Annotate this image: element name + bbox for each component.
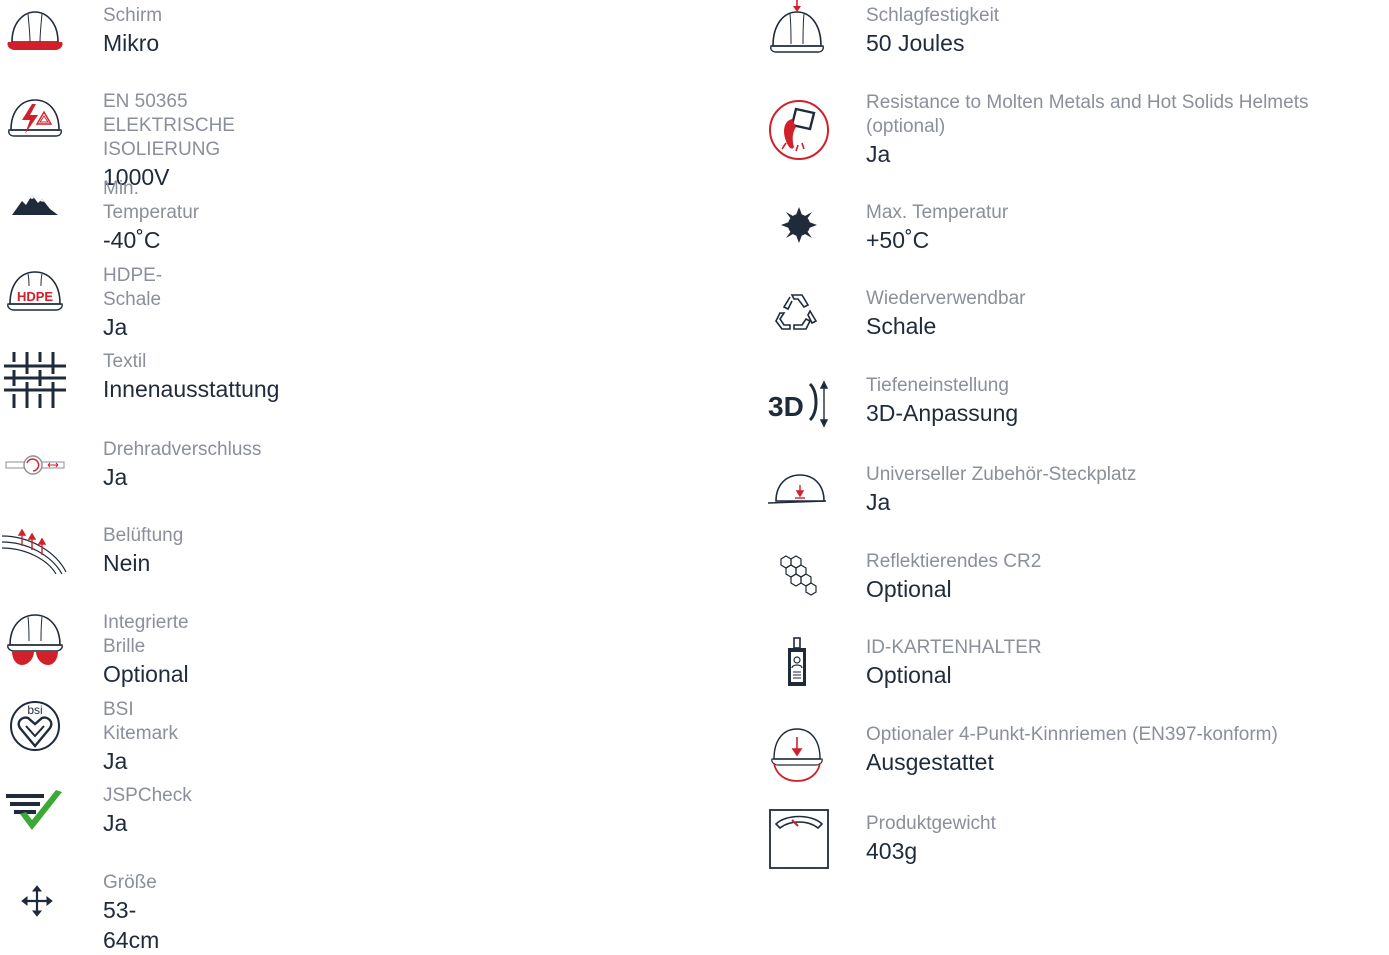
bsi-kitemark-icon: bsi [0,698,70,768]
spec-value: Ausgestattet [866,749,994,775]
spec-value: 403g [866,838,918,864]
spec-value: Ja [866,489,891,515]
spec-label: Universeller Zubehör-Steckplatz [866,464,1137,485]
spec-value: 3D-Anpassung [866,400,1019,426]
depth-3d-text: 3D [768,391,804,422]
textile-grid-icon [0,350,70,420]
hdpe-shell-icon: HDPE [0,264,70,334]
spec-value: Ja [103,464,128,490]
spec-label: Integrierte Brille [103,612,189,657]
spec-label: Drehradverschluss [103,439,262,460]
mountains-icon [0,177,70,247]
impact-helmet-icon [762,0,832,74]
spec-value: Ja [866,141,891,167]
depth-3d-icon: 3D [762,374,832,444]
spec-label: Max. Temperatur [866,202,1009,223]
bsi-text: bsi [27,703,42,717]
sun-icon [762,201,832,271]
spec-label: Optionaler 4-Punkt-Kinnriemen (EN397-kon… [866,724,1278,745]
spec-label: HDPE-Schale [103,265,163,310]
spec-label: Min. Temperatur [103,178,200,223]
recycle-icon [762,287,832,357]
spec-label: Größe [103,872,157,893]
spec-label: Belüftung [103,525,184,546]
molten-metal-icon [762,97,832,167]
spec-label: Textil [103,351,147,372]
spec-label: Schlagfestigkeit [866,5,1000,26]
spec-label: Tiefeneinstellung [866,375,1009,396]
spec-value: Ja [103,748,128,774]
size-arrows-icon [0,871,70,941]
spec-label: Reflektierendes CR2 [866,551,1042,572]
chin-strap-icon [762,725,832,795]
spec-value: Ja [103,810,128,836]
spec-value: Optional [866,662,952,688]
spec-value: +50˚C [866,227,930,253]
spec-value: Optional [103,661,189,687]
spec-value: Mikro [103,30,160,56]
id-card-holder-icon [762,636,832,706]
hdpe-text: HDPE [17,289,53,304]
spec-label: Schirm [103,5,163,26]
weight-scale-icon [762,808,832,878]
spec-value: Schale [866,313,937,339]
goggles-helmet-icon [0,611,70,681]
spec-label: EN 50365 ELEKTRISCHE ISOLIERUNG [103,91,235,160]
spec-value: 53-64cm [103,897,160,953]
spec-label: JSPCheck [103,785,192,806]
spec-value: -40˚C [103,227,161,253]
accessory-slot-icon [762,463,832,533]
reflective-hexagon-icon [762,550,832,620]
spec-value: Ja [103,314,128,340]
spec-label: ID-KARTENHALTER [866,637,1042,658]
jspcheck-icon [0,784,70,854]
spec-value: Optional [866,576,952,602]
wheel-ratchet-icon [0,438,70,508]
spec-value: 50 Joules [866,30,965,56]
ventilation-icon [0,524,70,594]
spec-label: Wiederverwendbar [866,288,1026,309]
spec-label: Resistance to Molten Metals and Hot Soli… [866,92,1309,137]
spec-value: Innenausstattung [103,376,280,402]
helmet-peak-icon [0,4,70,74]
spec-value: Nein [103,550,151,576]
spec-label: BSI Kitemark [103,699,178,744]
spec-label: Produktgewicht [866,813,996,834]
electrical-insulation-icon [0,90,70,160]
